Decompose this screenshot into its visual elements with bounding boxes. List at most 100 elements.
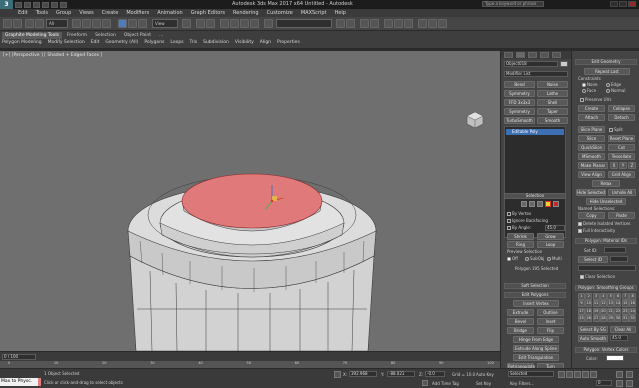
hide-selected-button[interactable]: Hide Selected: [576, 189, 606, 196]
smoothing-group-button[interactable]: 3: [592, 293, 600, 300]
ribbon-properties[interactable]: Properties: [277, 40, 300, 45]
menu-help[interactable]: Help: [335, 10, 346, 16]
align-icon[interactable]: [346, 19, 355, 28]
preserve-uvs-checkbox[interactable]: Preserve UVs: [580, 97, 611, 102]
ribbon-edit[interactable]: Edit: [91, 40, 100, 45]
perspective-viewport[interactable]: [+] [Perspective ] [ Shaded + Edged Face…: [0, 51, 500, 351]
ribbon-subdivision[interactable]: Subdivision: [203, 40, 229, 45]
vertex-colors-rollout[interactable]: Polygon: Vertex Colors: [575, 347, 637, 353]
viewcube[interactable]: [466, 111, 484, 129]
smoothing-group-button[interactable]: 5: [607, 293, 615, 300]
smoothing-group-button[interactable]: 12: [599, 300, 607, 308]
constraint-normal-radio[interactable]: Normal: [606, 88, 625, 93]
layer-explorer-icon[interactable]: [370, 19, 379, 28]
link-icon[interactable]: [25, 19, 34, 28]
ribbon-visibility[interactable]: Visibility: [235, 40, 254, 45]
vertex-level-icon[interactable]: [521, 201, 527, 207]
create-button[interactable]: Create: [578, 105, 605, 112]
smoothing-group-button[interactable]: 24: [629, 307, 637, 315]
close-icon[interactable]: [628, 1, 636, 7]
rendered-frame-icon[interactable]: [428, 19, 437, 28]
selection-filter-dropdown[interactable]: All: [46, 19, 68, 28]
smoothing-group-button[interactable]: 21: [607, 307, 615, 315]
smoothing-group-button[interactable]: 2: [585, 293, 593, 300]
undo-icon[interactable]: [42, 1, 49, 8]
set-key-button[interactable]: Set Key: [476, 381, 491, 386]
attach-button[interactable]: Attach: [578, 114, 605, 121]
tab-object-paint[interactable]: Object Paint: [121, 32, 154, 39]
slice-button[interactable]: Slice: [578, 135, 605, 142]
time-tag-icon[interactable]: [422, 380, 428, 386]
object-name-field[interactable]: Object018: [504, 61, 558, 67]
smoothing-group-button[interactable]: 10: [585, 300, 593, 308]
move-icon[interactable]: [118, 19, 127, 28]
open-file-icon[interactable]: [24, 1, 31, 8]
edit-triangulation-button[interactable]: Edit Triangulation: [513, 354, 559, 361]
loop-button[interactable]: Loop: [537, 241, 564, 248]
named-selection-icon[interactable]: [264, 19, 273, 28]
hide-unselected-button[interactable]: Hide Unselected: [586, 198, 626, 205]
maximize-icon[interactable]: [619, 1, 627, 7]
rotate-icon[interactable]: [128, 19, 137, 28]
make-planar-button[interactable]: Make Planar: [578, 162, 608, 169]
maximize-viewport-icon[interactable]: [626, 380, 633, 387]
select-by-sg-button[interactable]: Select By SG: [578, 326, 608, 333]
tessellate-button[interactable]: Tessellate: [608, 153, 635, 160]
lock-selection-icon[interactable]: [334, 371, 341, 378]
time-slider-handle[interactable]: 0 / 100: [2, 354, 36, 360]
smoothing-group-button[interactable]: 29: [607, 314, 615, 322]
minimize-icon[interactable]: [610, 1, 618, 7]
stack-item-editable-poly[interactable]: Editable Poly: [506, 129, 564, 135]
color-swatch[interactable]: [606, 355, 624, 361]
create-tab-icon[interactable]: [504, 52, 513, 58]
smoothing-group-button[interactable]: 30: [614, 314, 622, 322]
smoothing-group-button[interactable]: 8: [629, 293, 637, 300]
view-align-button[interactable]: View Align: [578, 171, 605, 178]
smoothing-group-button[interactable]: 11: [592, 300, 600, 308]
go-to-end-icon[interactable]: [590, 371, 597, 378]
preview-multi-radio[interactable]: Multi: [547, 256, 562, 261]
reference-coordinate-dropdown[interactable]: View: [152, 19, 178, 28]
material-name-dropdown[interactable]: [578, 265, 636, 271]
app-logo[interactable]: 3: [0, 0, 13, 9]
select-id-button[interactable]: Select ID: [578, 256, 608, 263]
menu-customize[interactable]: Customize: [267, 10, 293, 16]
material-editor-icon[interactable]: [404, 19, 413, 28]
menu-maxscript[interactable]: MAXScript: [301, 10, 327, 16]
angle-snap-icon[interactable]: [230, 19, 239, 28]
named-selection-sets-dropdown[interactable]: [276, 19, 332, 28]
by-vertex-checkbox[interactable]: By Vertex: [507, 211, 531, 216]
clear-all-button[interactable]: Clear All: [610, 326, 636, 333]
constraint-edge-radio[interactable]: Edge: [606, 82, 621, 87]
slice-plane-button[interactable]: Slice Plane: [578, 126, 605, 133]
border-level-icon[interactable]: [537, 201, 543, 207]
menu-create[interactable]: Create: [102, 10, 119, 16]
selection-set-dropdown[interactable]: Selected: [508, 371, 554, 377]
scene-explorer-icon[interactable]: [360, 19, 369, 28]
ffd-button[interactable]: FFD 3x3x3: [504, 99, 535, 106]
ribbon-loops[interactable]: Loops: [170, 40, 183, 45]
symmetry-button[interactable]: Symmetry: [504, 90, 535, 97]
hinge-from-edge-button[interactable]: Hinge From Edge: [513, 336, 559, 343]
menu-views[interactable]: Views: [79, 10, 93, 16]
extrude-along-spline-button[interactable]: Extrude Along Spline: [513, 345, 559, 352]
add-time-tag-button[interactable]: Add Time Tag: [432, 381, 459, 386]
y-coordinate-field[interactable]: -88.021: [387, 371, 415, 377]
smoothing-group-button[interactable]: 18: [585, 307, 593, 315]
edge-level-icon[interactable]: [529, 201, 535, 207]
select-id-field[interactable]: [610, 256, 628, 262]
repeat-last-button[interactable]: Repeat Last: [584, 68, 630, 75]
turbosmooth-button[interactable]: TurboSmooth: [504, 117, 535, 124]
redo-icon[interactable]: [51, 1, 58, 8]
grow-button[interactable]: Grow: [537, 233, 564, 240]
tab-graphite-modeling-tools[interactable]: Graphite Modeling Tools: [2, 32, 63, 39]
menu-tools[interactable]: Tools: [36, 10, 48, 16]
smoothing-group-button[interactable]: 25: [578, 314, 585, 322]
track-bar[interactable]: 0 10 20 30 40 50 60 70 80 90 100: [0, 361, 500, 368]
flip-button[interactable]: Flip: [537, 327, 564, 334]
collapse-button[interactable]: Collapse: [608, 105, 635, 112]
ribbon-modify-selection[interactable]: Modify Selection: [48, 40, 85, 45]
scale-icon[interactable]: [138, 19, 147, 28]
pan-icon[interactable]: [626, 371, 633, 378]
menu-graph-editors[interactable]: Graph Editors: [191, 10, 225, 16]
